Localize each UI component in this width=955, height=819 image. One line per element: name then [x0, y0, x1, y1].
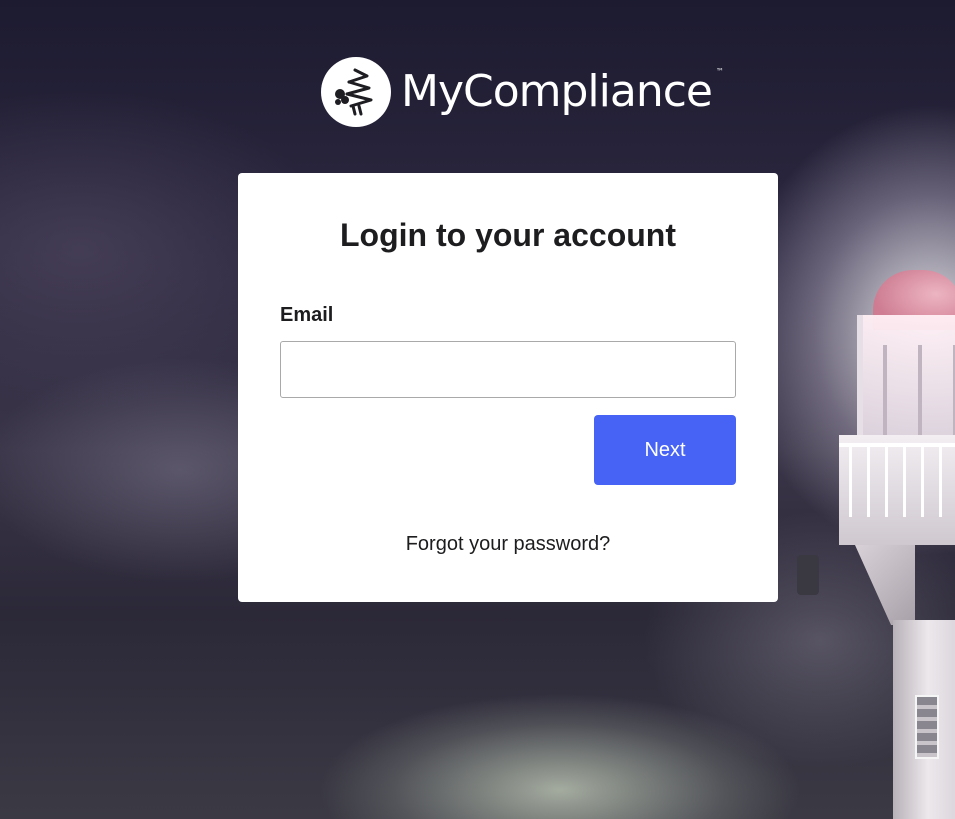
background-lighthouse-image: [795, 270, 955, 819]
login-card: Login to your account Email Next Forgot …: [238, 173, 778, 602]
brand-name: MyCompliance ™: [401, 66, 724, 117]
email-field[interactable]: [280, 341, 736, 398]
login-page: MyCompliance ™ Login to your account Emai…: [0, 0, 955, 819]
lighthouse-lantern: [857, 315, 955, 435]
lighthouse-window: [915, 695, 939, 759]
lighthouse-gallery: [839, 435, 955, 545]
lighthouse-lamp: [797, 555, 819, 595]
lighthouse-logo-icon: [321, 57, 391, 127]
trademark-symbol: ™: [716, 67, 724, 76]
forgot-password-link[interactable]: Forgot your password?: [238, 533, 778, 556]
lighthouse-bracket: [855, 545, 915, 625]
next-button[interactable]: Next: [594, 415, 736, 485]
email-label: Email: [280, 304, 334, 326]
brand-logo: MyCompliance ™: [321, 57, 724, 127]
page-title: Login to your account: [340, 217, 676, 253]
